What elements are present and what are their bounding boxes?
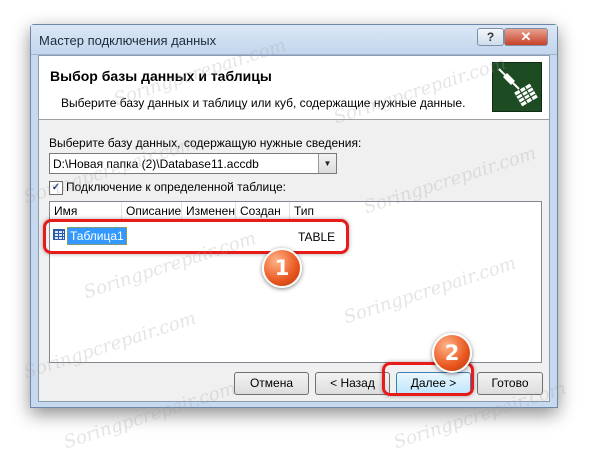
chevron-down-icon[interactable]: ▼ (318, 154, 336, 173)
connect-table-label[interactable]: Подключение к определенной таблице: (66, 180, 286, 194)
column-header-description[interactable]: Описание (122, 202, 182, 220)
close-icon: ✕ (520, 29, 532, 44)
database-plug-icon (492, 62, 542, 112)
back-button[interactable]: < Назад (315, 372, 390, 395)
data-connection-wizard-window: Мастер подключения данных ? ✕ Выбор базы… (30, 24, 558, 408)
connect-table-checkbox[interactable]: ✓ (49, 181, 63, 195)
close-button[interactable]: ✕ (504, 28, 548, 46)
database-path-value: D:\Новая папка (2)\Database11.accdb (53, 157, 259, 171)
annotation-badge-2: 2 (432, 333, 472, 373)
step-title: Выбор базы данных и таблицы (50, 68, 272, 84)
wizard-header: Выбор базы данных и таблицы Выберите баз… (39, 56, 549, 120)
column-header-type[interactable]: Тип (290, 202, 340, 220)
column-header-modified[interactable]: Изменен (182, 202, 236, 220)
window-title: Мастер подключения данных (39, 33, 217, 48)
database-label: Выберите базу данных, содержащую нужные … (49, 136, 362, 150)
column-header-created[interactable]: Создан (236, 202, 290, 220)
database-select[interactable]: D:\Новая папка (2)\Database11.accdb ▼ (49, 153, 337, 174)
title-bar[interactable]: Мастер подключения данных ? ✕ (31, 25, 557, 55)
help-button[interactable]: ? (477, 28, 504, 46)
column-header-name[interactable]: Имя (50, 202, 122, 220)
annotation-badge-1: 1 (262, 248, 302, 288)
help-icon: ? (486, 30, 495, 44)
cancel-button[interactable]: Отмена (234, 372, 309, 395)
finish-button[interactable]: Готово (477, 372, 543, 395)
annotation-highlight-table (43, 219, 349, 254)
step-description: Выберите базу данных и таблицу или куб, … (61, 96, 466, 110)
